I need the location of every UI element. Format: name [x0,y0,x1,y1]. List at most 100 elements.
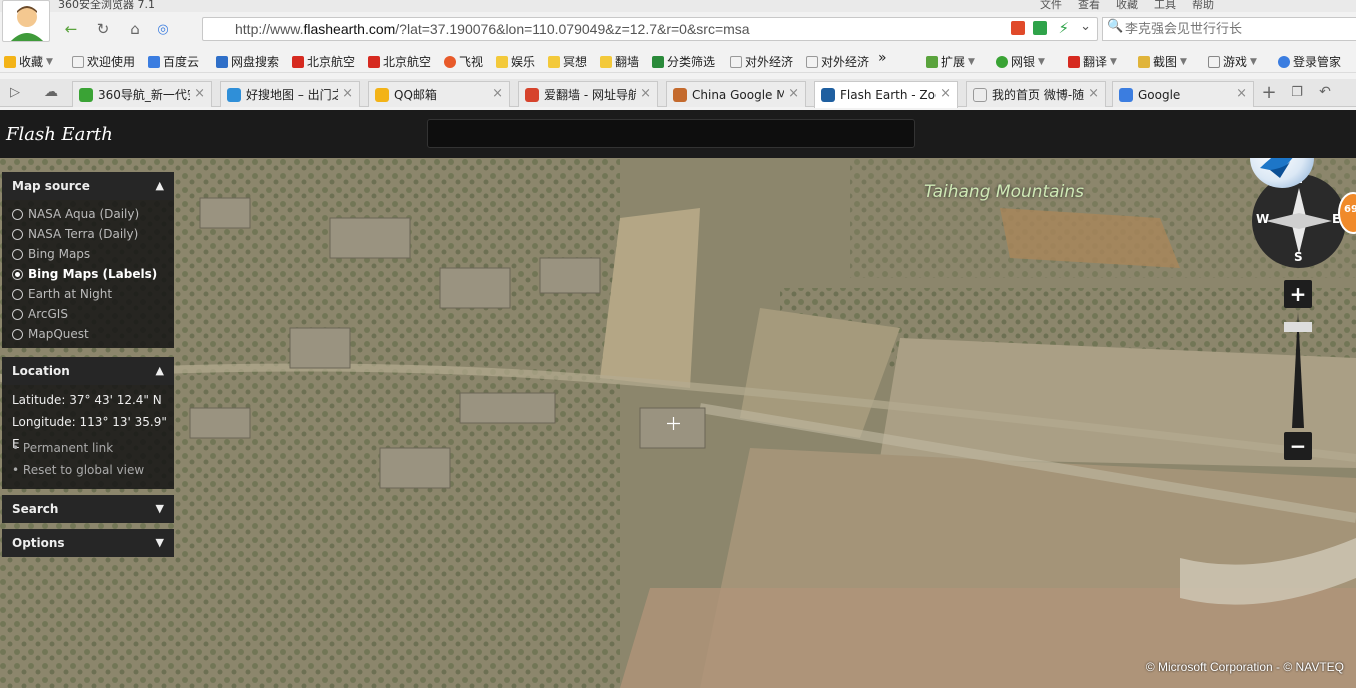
games-button[interactable]: 游戏 ▼ [1208,53,1257,70]
zoom-slider-handle[interactable] [1284,322,1312,332]
close-icon[interactable]: × [1088,86,1099,101]
compass-rose[interactable]: N S W E [1252,172,1346,268]
extensions-button[interactable]: 扩展 ▼ [926,53,975,70]
bookmark-fanqiang[interactable]: 翻墙 [600,53,639,70]
tab-qq-mail[interactable]: QQ邮箱 × [368,81,510,107]
dropdown-icon[interactable]: ⌄ [1080,19,1091,34]
close-icon[interactable]: × [342,86,353,101]
radio-icon[interactable] [12,328,23,340]
radio-icon[interactable] [12,248,23,260]
scissors-icon [1138,55,1150,68]
bookmark-welcome[interactable]: 欢迎使用 [72,53,135,70]
ebank-button[interactable]: 网银 ▼ [996,53,1045,70]
undo-close-icon[interactable]: ↶ [1312,81,1338,103]
translate-button[interactable]: 翻译 ▼ [1068,53,1117,70]
user-avatar[interactable] [2,0,50,42]
zoom-slider-track[interactable] [1284,308,1312,432]
refresh-icon[interactable]: ↻ [90,18,116,40]
place-search-field[interactable] [427,119,915,148]
zoom-out-button[interactable]: − [1284,432,1312,460]
close-icon[interactable]: × [940,86,951,101]
options-header[interactable]: Options ▼ [2,529,174,557]
permanent-link[interactable]: • Permanent link [2,437,174,459]
bookmark-pan-search[interactable]: 网盘搜索 [216,53,279,70]
zoom-in-button[interactable]: + [1284,280,1312,308]
bookmark-feishi[interactable]: 飞视 [444,53,483,70]
bookmark-filter[interactable]: 分类筛选 [652,53,715,70]
screenshot-button[interactable]: 截图 ▼ [1138,53,1187,70]
map-place-label: Taihang Mountains [924,182,1084,202]
tab-aifanqiang[interactable]: 爱翻墙 - 网址导航 × [518,81,658,107]
compass-west[interactable]: W [1256,212,1269,226]
radio-icon[interactable] [12,208,23,220]
source-bing-maps-labels[interactable]: Bing Maps (Labels) [2,264,174,284]
window-title: 360安全浏览器 7.1 [58,0,155,11]
source-arcgis[interactable]: ArcGIS [2,304,174,324]
restore-window-icon[interactable]: ❐ [1284,81,1310,103]
tab-flash-earth[interactable]: Flash Earth - Zoom× [814,81,958,108]
qrcode-icon[interactable] [1033,21,1047,35]
folder-icon [548,55,560,68]
source-bing-maps[interactable]: Bing Maps [2,244,174,264]
radio-icon[interactable] [12,228,23,240]
menu-view[interactable]: 查看 [1078,0,1100,12]
shield-icon [996,55,1008,68]
collapse-icon[interactable]: ▲ [156,172,164,200]
source-nasa-terra[interactable]: NASA Terra (Daily) [2,224,174,244]
new-tab-button[interactable]: + [1256,81,1282,103]
radio-selected-icon[interactable] [12,268,23,280]
satellite-map[interactable]: Taihang Mountains Map source ▲ NASA Aqua … [0,158,1356,688]
search-engine-icon[interactable]: 🔍 [1107,19,1123,34]
login-manager-button[interactable]: 登录管家 [1278,53,1341,70]
close-icon[interactable]: × [788,86,799,101]
expand-icon[interactable]: ▼ [156,495,164,523]
radio-icon[interactable] [12,288,23,300]
search-header[interactable]: Search ▼ [2,495,174,523]
address-bar[interactable]: http://www.flashearth.com/?lat=37.190076… [202,17,1098,41]
location-header[interactable]: Location ▲ [2,357,174,385]
reset-global-view-link[interactable]: • Reset to global view [2,459,174,481]
close-icon[interactable]: × [640,86,651,101]
bookmark-favorites[interactable]: 收藏 ▼ [4,53,53,70]
speed-icon[interactable]: ⚡ [1058,19,1069,37]
compass-south[interactable]: S [1294,250,1303,264]
tab-china-google-maps[interactable]: China Google Maps× [666,81,806,107]
bookmark-yule[interactable]: 娱乐 [496,53,535,70]
bookmark-overflow-icon[interactable]: » [878,50,887,66]
tab-favicon [525,87,539,102]
app-logo[interactable]: Flash Earth [6,124,113,145]
bookmark-mingxiang[interactable]: 冥想 [548,53,587,70]
app-icon[interactable] [1011,21,1025,35]
bookmark-beihang-1[interactable]: 北京航空 [292,53,355,70]
back-icon[interactable]: ← [58,18,84,40]
sidebar-toggle-icon[interactable]: ▷ [2,81,28,103]
close-icon[interactable]: × [492,86,503,101]
tab-haosou-map[interactable]: 好搜地图 – 出门之前好搜一下× [220,81,360,107]
source-mapquest[interactable]: MapQuest [2,324,174,344]
tab-google[interactable]: Google × [1112,81,1254,107]
bookmark-economy-2[interactable]: 对外经济 [806,53,869,70]
site-security-icon[interactable]: ◎ [150,18,176,40]
address-url[interactable]: http://www.flashearth.com/?lat=37.190076… [235,21,750,37]
expand-icon[interactable]: ▼ [156,529,164,557]
menu-favorites[interactable]: 收藏 [1116,0,1138,12]
bookmark-economy-1[interactable]: 对外经济 [730,53,793,70]
tab-weibo[interactable]: 我的首页 微博-随时随地× [966,81,1106,107]
source-nasa-aqua[interactable]: NASA Aqua (Daily) [2,204,174,224]
collapse-icon[interactable]: ▲ [156,357,164,385]
menu-help[interactable]: 帮助 [1192,0,1214,12]
home-icon[interactable]: ⌂ [122,18,148,40]
close-icon[interactable]: × [1236,86,1247,101]
bookmark-baiduyun[interactable]: 百度云 [148,53,199,70]
close-icon[interactable]: × [194,86,205,101]
search-input[interactable] [1125,20,1356,38]
map-source-header[interactable]: Map source ▲ [2,172,174,200]
menu-file[interactable]: 文件 [1040,0,1062,12]
radio-icon[interactable] [12,308,23,320]
bookmark-beihang-2[interactable]: 北京航空 [368,53,431,70]
source-earth-at-night[interactable]: Earth at Night [2,284,174,304]
tab-360-nav[interactable]: 360导航_新一代安全上网导航× [72,81,212,107]
menu-tools[interactable]: 工具 [1154,0,1176,12]
cloud-sync-icon[interactable]: ☁ [38,81,64,103]
search-box[interactable]: 🔍 ⌕ [1102,17,1356,41]
